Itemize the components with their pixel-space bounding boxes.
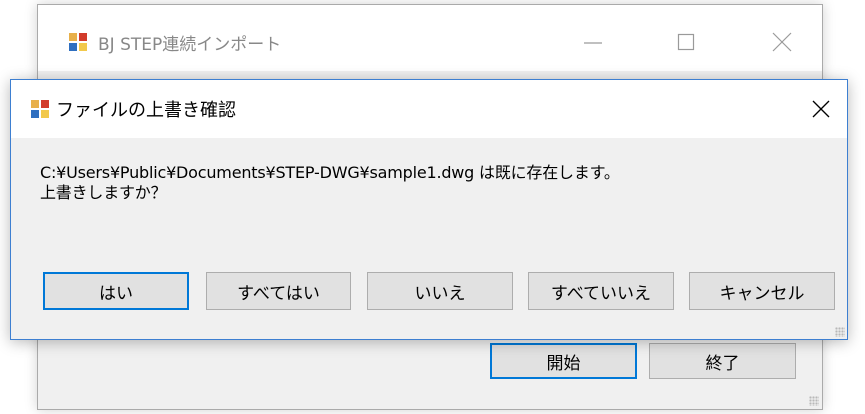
dialog-close-button[interactable] bbox=[801, 90, 841, 128]
resize-grip[interactable] bbox=[809, 396, 819, 406]
main-window-title: BJ STEP連続インポート bbox=[98, 35, 282, 55]
app-icon bbox=[69, 33, 87, 51]
main-close-button[interactable] bbox=[762, 25, 802, 59]
maximize-icon bbox=[677, 33, 695, 51]
dialog-title: ファイルの上書き確認 bbox=[56, 100, 236, 121]
no-to-all-button[interactable]: すべていいえ bbox=[528, 272, 674, 310]
maximize-button[interactable] bbox=[666, 25, 706, 59]
dialog-titlebar[interactable]: ファイルの上書き確認 bbox=[11, 80, 847, 138]
message-line-1: C:¥Users¥Public¥Documents¥STEP-DWG¥sampl… bbox=[40, 163, 620, 182]
app-icon bbox=[31, 100, 49, 118]
close-icon bbox=[772, 32, 792, 52]
main-window-titlebar[interactable]: BJ STEP連続インポート bbox=[38, 5, 822, 71]
yes-button[interactable]: はい bbox=[43, 272, 189, 310]
resize-grip[interactable] bbox=[835, 327, 845, 337]
start-button[interactable]: 開始 bbox=[490, 343, 637, 379]
end-button[interactable]: 終了 bbox=[649, 343, 796, 379]
minimize-icon bbox=[584, 42, 602, 44]
dialog-message: C:¥Users¥Public¥Documents¥STEP-DWG¥sampl… bbox=[40, 163, 620, 203]
cancel-button[interactable]: キャンセル bbox=[689, 272, 835, 310]
overwrite-confirm-dialog: ファイルの上書き確認 C:¥Users¥Public¥Documents¥STE… bbox=[10, 79, 848, 340]
no-button[interactable]: いいえ bbox=[367, 272, 513, 310]
yes-to-all-button[interactable]: すべてはい bbox=[206, 272, 351, 310]
close-icon bbox=[812, 100, 830, 118]
minimize-button[interactable] bbox=[573, 25, 613, 59]
message-line-2: 上書きしますか？ bbox=[40, 183, 167, 202]
